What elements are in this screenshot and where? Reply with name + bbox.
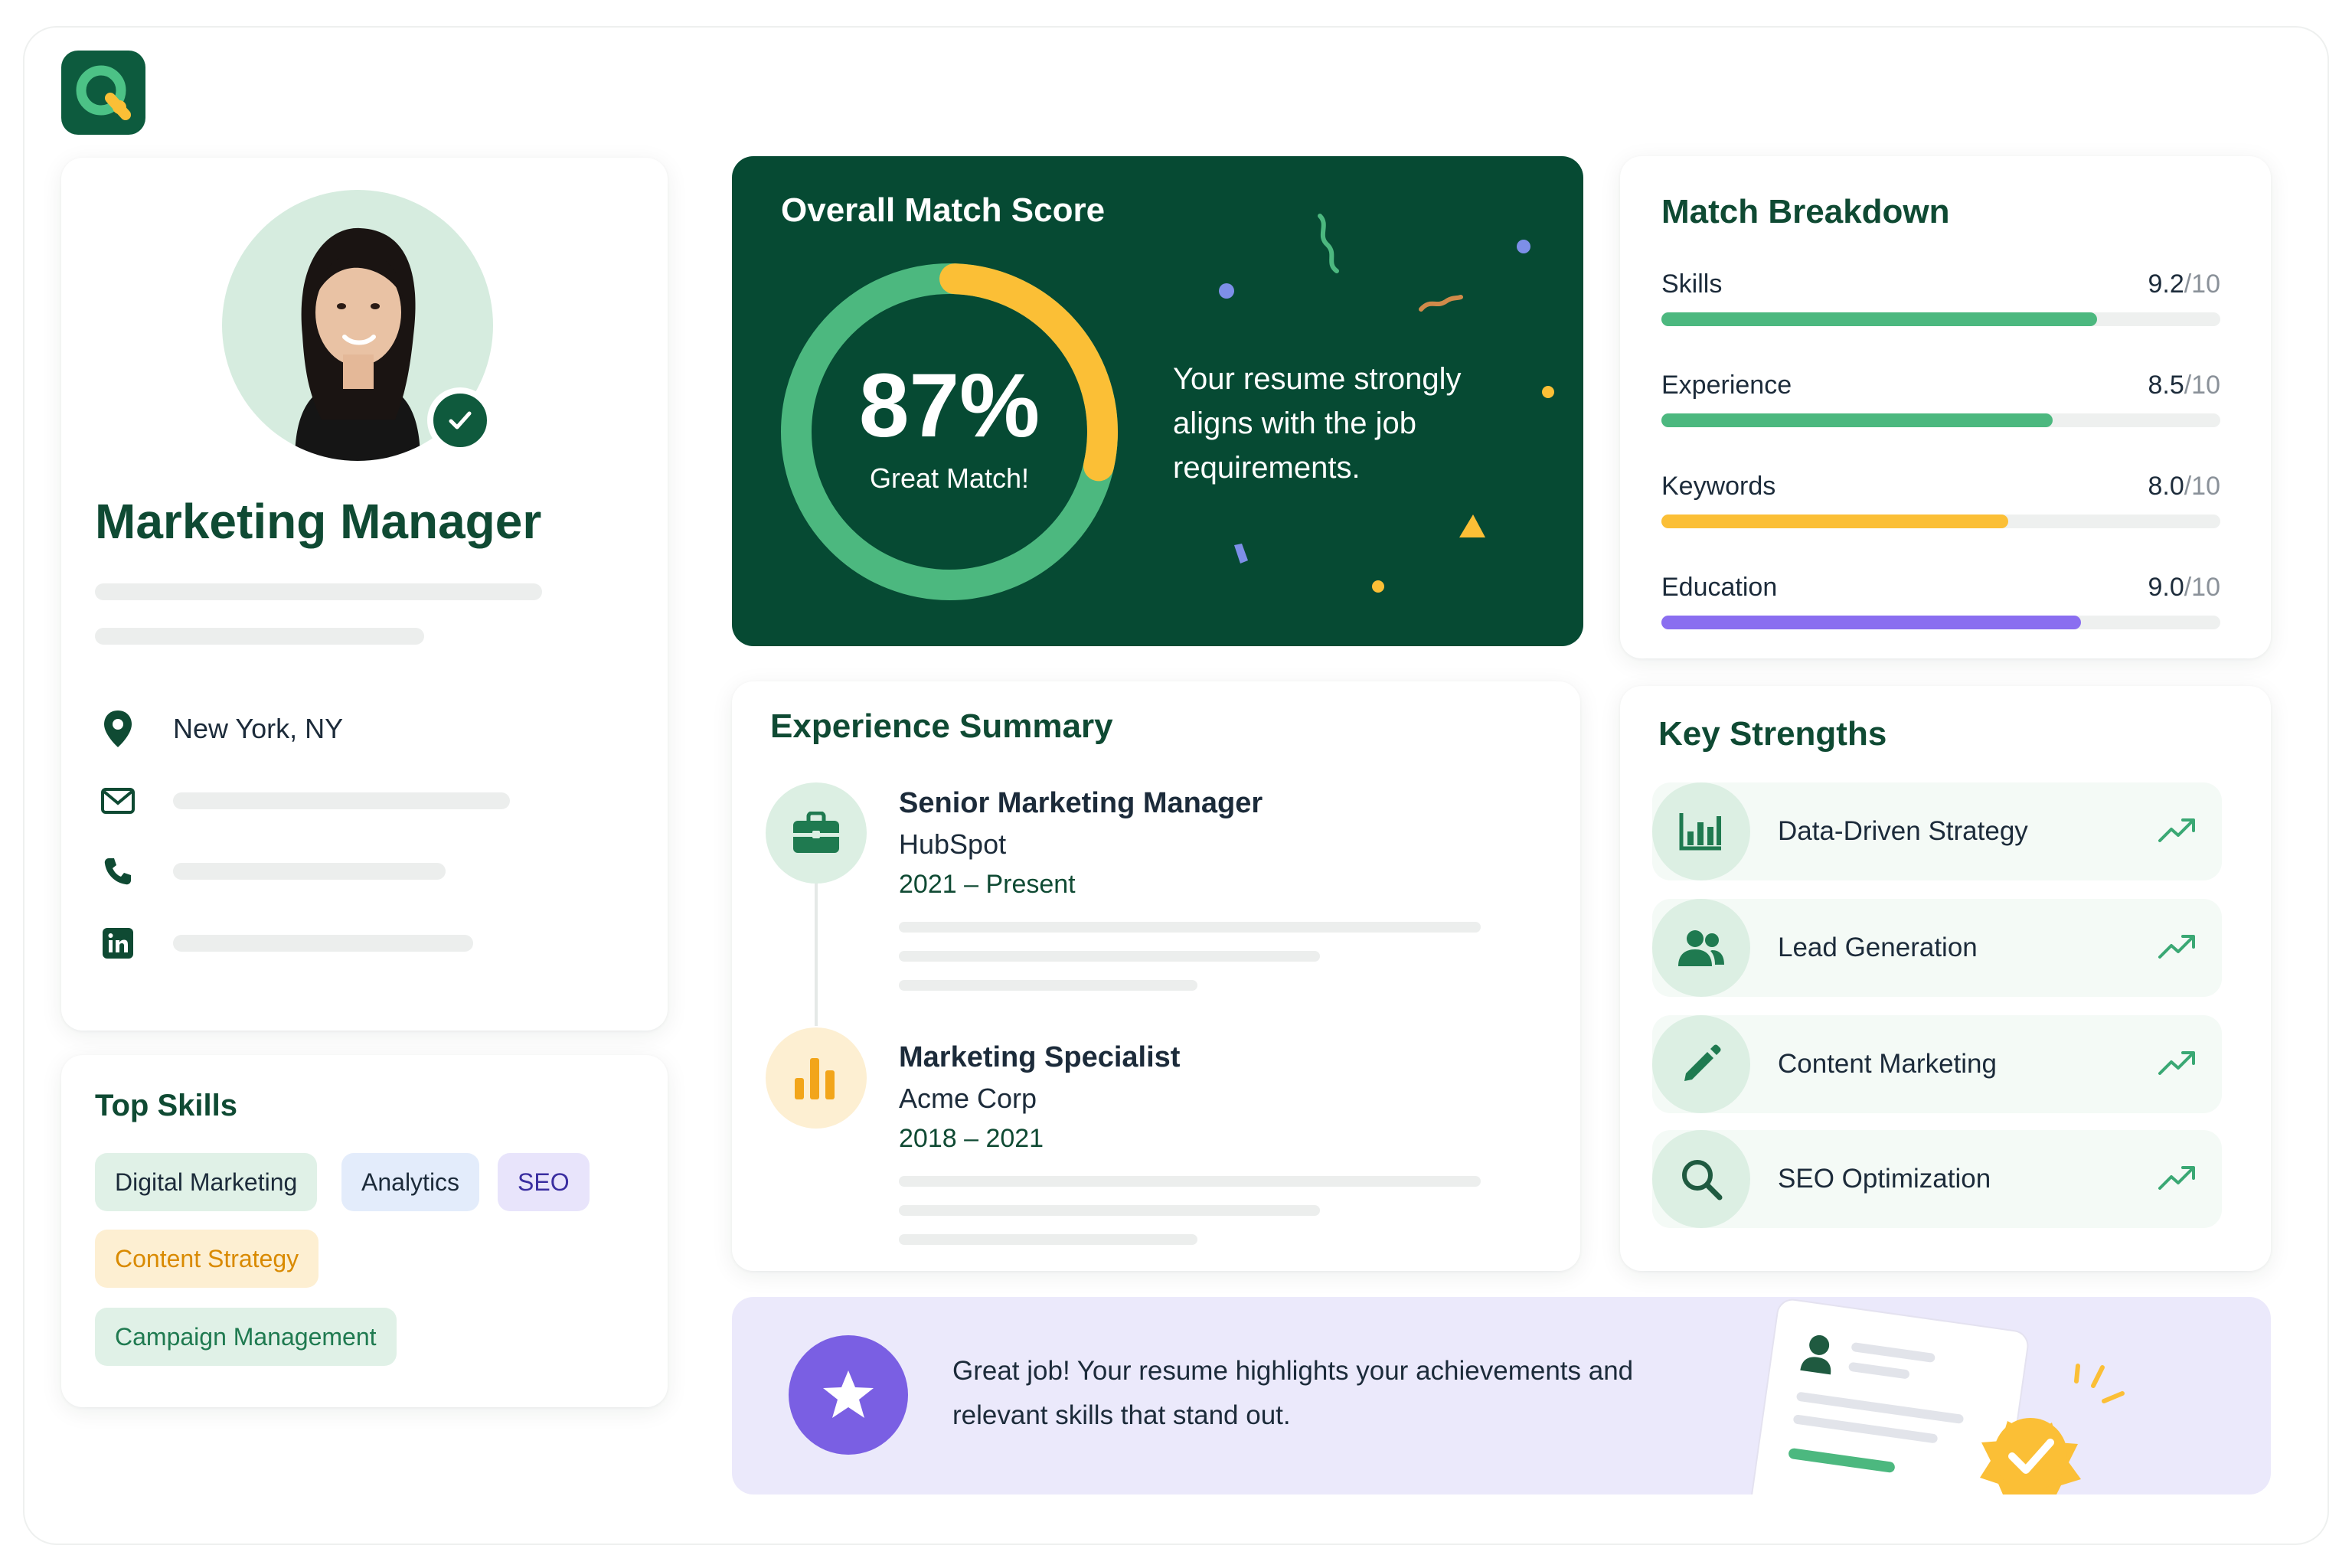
strength-item[interactable]: Content Marketing xyxy=(1652,1015,2222,1113)
job-title: Senior Marketing Manager xyxy=(899,787,1263,819)
metric-bar xyxy=(1661,514,2008,528)
skill-chip[interactable]: Campaign Management xyxy=(95,1308,397,1366)
skeleton-line xyxy=(173,792,510,809)
profile-title: Marketing Manager xyxy=(95,494,542,549)
skeleton-line xyxy=(899,922,1481,933)
metric-denominator: /10 xyxy=(2184,472,2220,501)
contact-email xyxy=(95,778,510,824)
metric-label: Keywords xyxy=(1661,472,1776,501)
strength-item[interactable]: SEO Optimization xyxy=(1652,1130,2222,1228)
metric-label: Experience xyxy=(1661,371,1792,400)
metric-value: 9.2 xyxy=(2148,270,2184,299)
top-skills-heading: Top Skills xyxy=(95,1089,237,1122)
experience-summary-card: Experience Summary Senior Marketing Mana… xyxy=(732,681,1580,1271)
trend-up-icon xyxy=(2158,816,2196,848)
metric-skills: Skills 9.2/10 xyxy=(1661,270,2220,326)
skeleton-line xyxy=(95,628,424,645)
bar-chart-icon xyxy=(766,1027,867,1129)
strength-label: Data-Driven Strategy xyxy=(1778,816,2028,846)
job-company: HubSpot xyxy=(899,828,1007,860)
metric-label: Education xyxy=(1661,573,1778,602)
star-icon xyxy=(789,1335,908,1455)
metric-denominator: /10 xyxy=(2184,573,2220,602)
metric-experience: Experience 8.5/10 xyxy=(1661,371,2220,427)
key-strengths-card: Key Strengths Data-Driven Strategy Lead … xyxy=(1620,686,2271,1271)
job-dates: 2018 – 2021 xyxy=(899,1124,1044,1153)
logo-mark-icon xyxy=(76,65,131,120)
metric-value: 9.0 xyxy=(2148,573,2184,602)
experience-heading: Experience Summary xyxy=(770,707,1113,745)
app-logo[interactable] xyxy=(61,51,145,135)
timeline-line xyxy=(815,873,818,1026)
metric-bar xyxy=(1661,413,2053,427)
strength-item[interactable]: Lead Generation xyxy=(1652,899,2222,997)
check-icon xyxy=(449,411,472,430)
job-dates: 2021 – Present xyxy=(899,870,1076,899)
metric-value: 8.5 xyxy=(2148,371,2184,400)
strength-label: Lead Generation xyxy=(1778,933,1978,962)
skill-chip[interactable]: Content Strategy xyxy=(95,1230,319,1288)
contact-phone xyxy=(95,848,446,894)
strength-label: Content Marketing xyxy=(1778,1049,1997,1079)
strength-label: SEO Optimization xyxy=(1778,1164,1991,1194)
metric-bar xyxy=(1661,312,2098,326)
strength-item[interactable]: Data-Driven Strategy xyxy=(1652,782,2222,880)
users-icon xyxy=(1652,899,1750,997)
briefcase-icon xyxy=(766,782,867,884)
skill-chip[interactable]: Digital Marketing xyxy=(95,1153,318,1211)
overall-score-card: Overall Match Score 87% Great Match! You… xyxy=(732,156,1583,646)
location-pin-icon xyxy=(95,706,141,752)
verified-badge xyxy=(427,387,493,453)
skill-chip[interactable]: SEO xyxy=(498,1153,590,1211)
profile-card: Marketing Manager New York, NY xyxy=(61,158,668,1031)
metric-label: Skills xyxy=(1661,270,1723,299)
top-skills-card: Top Skills Digital Marketing Analytics S… xyxy=(61,1055,668,1407)
resume-illustration xyxy=(1749,1298,2125,1494)
pencil-icon xyxy=(1652,1015,1750,1113)
metric-bar xyxy=(1661,616,2081,629)
match-breakdown-card: Match Breakdown Skills 9.2/10 Experience… xyxy=(1620,156,2271,658)
job-title: Marketing Specialist xyxy=(899,1041,1181,1073)
contact-linkedin xyxy=(95,920,473,966)
trend-up-icon xyxy=(2158,933,2196,964)
skill-chip[interactable]: Analytics xyxy=(341,1153,480,1211)
confetti-decoration xyxy=(1219,214,1554,593)
mail-icon xyxy=(95,778,141,824)
skeleton-line xyxy=(899,1176,1481,1187)
strengths-heading: Key Strengths xyxy=(1658,715,1887,753)
linkedin-icon[interactable] xyxy=(95,920,141,966)
job-company: Acme Corp xyxy=(899,1083,1037,1114)
avatar[interactable] xyxy=(222,190,493,461)
skeleton-line xyxy=(899,1205,1320,1216)
skeleton-line xyxy=(899,951,1320,962)
metric-denominator: /10 xyxy=(2184,270,2220,299)
metric-denominator: /10 xyxy=(2184,371,2220,400)
skeleton-line xyxy=(173,935,473,952)
skeleton-line xyxy=(95,583,542,600)
metric-value: 8.0 xyxy=(2148,472,2184,501)
breakdown-heading: Match Breakdown xyxy=(1661,193,1950,230)
search-icon xyxy=(1652,1130,1750,1228)
trend-up-icon xyxy=(2158,1049,2196,1080)
feedback-banner: Great job! Your resume highlights your a… xyxy=(732,1297,2271,1494)
skeleton-line xyxy=(899,980,1197,991)
skeleton-line xyxy=(899,1234,1197,1245)
trend-up-icon xyxy=(2158,1164,2196,1195)
banner-message: Great job! Your resume highlights your a… xyxy=(952,1356,1634,1430)
skeleton-line xyxy=(173,863,446,880)
phone-icon xyxy=(95,848,141,894)
bar-chart-icon xyxy=(1652,782,1750,880)
metric-keywords: Keywords 8.0/10 xyxy=(1661,472,2220,528)
location-text: New York, NY xyxy=(173,713,344,744)
metric-education: Education 9.0/10 xyxy=(1661,573,2220,629)
contact-location: New York, NY xyxy=(95,706,343,752)
